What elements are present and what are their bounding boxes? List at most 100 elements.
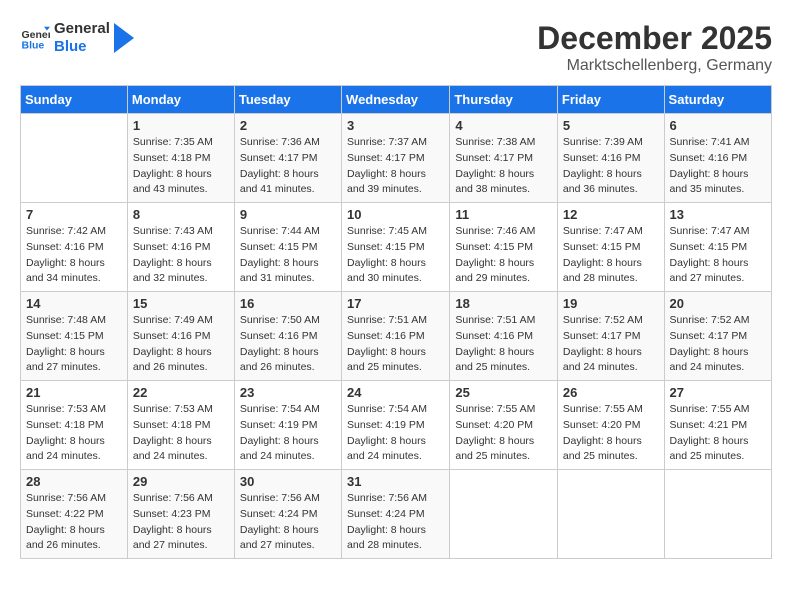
daylight-text: Daylight: 8 hours and 39 minutes.: [347, 168, 426, 196]
day-info: Sunrise: 7:42 AM Sunset: 4:16 PM Dayligh…: [26, 224, 122, 287]
sunset-text: Sunset: 4:20 PM: [563, 419, 641, 431]
day-number: 6: [670, 118, 766, 133]
logo-blue: Blue: [54, 38, 110, 56]
calendar-cell: 2 Sunrise: 7:36 AM Sunset: 4:17 PM Dayli…: [234, 114, 341, 203]
calendar-header-row: SundayMondayTuesdayWednesdayThursdayFrid…: [21, 86, 772, 114]
calendar-week-row: 14 Sunrise: 7:48 AM Sunset: 4:15 PM Dayl…: [21, 292, 772, 381]
calendar-cell: 14 Sunrise: 7:48 AM Sunset: 4:15 PM Dayl…: [21, 292, 128, 381]
sunset-text: Sunset: 4:17 PM: [240, 152, 318, 164]
col-header-friday: Friday: [557, 86, 664, 114]
day-number: 26: [563, 385, 659, 400]
sunset-text: Sunset: 4:24 PM: [347, 508, 425, 520]
daylight-text: Daylight: 8 hours and 25 minutes.: [347, 346, 426, 374]
sunset-text: Sunset: 4:20 PM: [455, 419, 533, 431]
day-info: Sunrise: 7:53 AM Sunset: 4:18 PM Dayligh…: [133, 402, 229, 465]
day-number: 21: [26, 385, 122, 400]
daylight-text: Daylight: 8 hours and 25 minutes.: [563, 435, 642, 463]
day-number: 18: [455, 296, 552, 311]
sunrise-text: Sunrise: 7:36 AM: [240, 136, 320, 148]
calendar-cell: 7 Sunrise: 7:42 AM Sunset: 4:16 PM Dayli…: [21, 203, 128, 292]
day-info: Sunrise: 7:43 AM Sunset: 4:16 PM Dayligh…: [133, 224, 229, 287]
day-info: Sunrise: 7:49 AM Sunset: 4:16 PM Dayligh…: [133, 313, 229, 376]
sunrise-text: Sunrise: 7:53 AM: [133, 403, 213, 415]
sunrise-text: Sunrise: 7:55 AM: [563, 403, 643, 415]
day-number: 15: [133, 296, 229, 311]
day-number: 23: [240, 385, 336, 400]
sunset-text: Sunset: 4:15 PM: [240, 241, 318, 253]
day-info: Sunrise: 7:52 AM Sunset: 4:17 PM Dayligh…: [563, 313, 659, 376]
calendar-cell: 21 Sunrise: 7:53 AM Sunset: 4:18 PM Dayl…: [21, 381, 128, 470]
sunrise-text: Sunrise: 7:35 AM: [133, 136, 213, 148]
day-info: Sunrise: 7:55 AM Sunset: 4:21 PM Dayligh…: [670, 402, 766, 465]
day-info: Sunrise: 7:54 AM Sunset: 4:19 PM Dayligh…: [347, 402, 444, 465]
calendar-cell: 24 Sunrise: 7:54 AM Sunset: 4:19 PM Dayl…: [342, 381, 450, 470]
day-number: 22: [133, 385, 229, 400]
month-title: December 2025: [537, 20, 772, 57]
day-info: Sunrise: 7:51 AM Sunset: 4:16 PM Dayligh…: [455, 313, 552, 376]
sunset-text: Sunset: 4:16 PM: [133, 330, 211, 342]
day-info: Sunrise: 7:36 AM Sunset: 4:17 PM Dayligh…: [240, 135, 336, 198]
daylight-text: Daylight: 8 hours and 25 minutes.: [455, 435, 534, 463]
day-info: Sunrise: 7:55 AM Sunset: 4:20 PM Dayligh…: [455, 402, 552, 465]
sunrise-text: Sunrise: 7:42 AM: [26, 225, 106, 237]
col-header-tuesday: Tuesday: [234, 86, 341, 114]
day-number: 25: [455, 385, 552, 400]
day-info: Sunrise: 7:47 AM Sunset: 4:15 PM Dayligh…: [670, 224, 766, 287]
daylight-text: Daylight: 8 hours and 24 minutes.: [563, 346, 642, 374]
day-number: 14: [26, 296, 122, 311]
day-info: Sunrise: 7:35 AM Sunset: 4:18 PM Dayligh…: [133, 135, 229, 198]
sunrise-text: Sunrise: 7:56 AM: [240, 492, 320, 504]
day-number: 19: [563, 296, 659, 311]
daylight-text: Daylight: 8 hours and 27 minutes.: [26, 346, 105, 374]
day-number: 5: [563, 118, 659, 133]
daylight-text: Daylight: 8 hours and 26 minutes.: [26, 524, 105, 552]
calendar-cell: 13 Sunrise: 7:47 AM Sunset: 4:15 PM Dayl…: [664, 203, 771, 292]
sunrise-text: Sunrise: 7:53 AM: [26, 403, 106, 415]
day-info: Sunrise: 7:50 AM Sunset: 4:16 PM Dayligh…: [240, 313, 336, 376]
day-number: 13: [670, 207, 766, 222]
calendar-cell: 4 Sunrise: 7:38 AM Sunset: 4:17 PM Dayli…: [450, 114, 558, 203]
sunrise-text: Sunrise: 7:39 AM: [563, 136, 643, 148]
calendar-cell: 28 Sunrise: 7:56 AM Sunset: 4:22 PM Dayl…: [21, 470, 128, 559]
day-info: Sunrise: 7:55 AM Sunset: 4:20 PM Dayligh…: [563, 402, 659, 465]
day-number: 11: [455, 207, 552, 222]
sunrise-text: Sunrise: 7:43 AM: [133, 225, 213, 237]
day-number: 12: [563, 207, 659, 222]
location-subtitle: Marktschellenberg, Germany: [537, 57, 772, 75]
day-number: 1: [133, 118, 229, 133]
sunset-text: Sunset: 4:15 PM: [670, 241, 748, 253]
sunset-text: Sunset: 4:17 PM: [563, 330, 641, 342]
logo: General Blue General Blue: [20, 20, 134, 56]
day-info: Sunrise: 7:45 AM Sunset: 4:15 PM Dayligh…: [347, 224, 444, 287]
sunrise-text: Sunrise: 7:56 AM: [26, 492, 106, 504]
calendar-cell: 5 Sunrise: 7:39 AM Sunset: 4:16 PM Dayli…: [557, 114, 664, 203]
calendar-cell: 11 Sunrise: 7:46 AM Sunset: 4:15 PM Dayl…: [450, 203, 558, 292]
day-number: 28: [26, 474, 122, 489]
day-info: Sunrise: 7:56 AM Sunset: 4:24 PM Dayligh…: [240, 491, 336, 554]
daylight-text: Daylight: 8 hours and 30 minutes.: [347, 257, 426, 285]
calendar-cell: 25 Sunrise: 7:55 AM Sunset: 4:20 PM Dayl…: [450, 381, 558, 470]
daylight-text: Daylight: 8 hours and 24 minutes.: [347, 435, 426, 463]
day-number: 8: [133, 207, 229, 222]
day-number: 31: [347, 474, 444, 489]
sunrise-text: Sunrise: 7:55 AM: [455, 403, 535, 415]
day-info: Sunrise: 7:48 AM Sunset: 4:15 PM Dayligh…: [26, 313, 122, 376]
sunset-text: Sunset: 4:16 PM: [240, 330, 318, 342]
sunset-text: Sunset: 4:16 PM: [133, 241, 211, 253]
sunrise-text: Sunrise: 7:56 AM: [347, 492, 427, 504]
daylight-text: Daylight: 8 hours and 35 minutes.: [670, 168, 749, 196]
sunrise-text: Sunrise: 7:50 AM: [240, 314, 320, 326]
calendar-cell: 31 Sunrise: 7:56 AM Sunset: 4:24 PM Dayl…: [342, 470, 450, 559]
daylight-text: Daylight: 8 hours and 26 minutes.: [133, 346, 212, 374]
day-info: Sunrise: 7:38 AM Sunset: 4:17 PM Dayligh…: [455, 135, 552, 198]
calendar-cell: 27 Sunrise: 7:55 AM Sunset: 4:21 PM Dayl…: [664, 381, 771, 470]
sunset-text: Sunset: 4:19 PM: [240, 419, 318, 431]
calendar-cell: [450, 470, 558, 559]
calendar-week-row: 7 Sunrise: 7:42 AM Sunset: 4:16 PM Dayli…: [21, 203, 772, 292]
day-number: 29: [133, 474, 229, 489]
col-header-thursday: Thursday: [450, 86, 558, 114]
day-number: 27: [670, 385, 766, 400]
sunrise-text: Sunrise: 7:55 AM: [670, 403, 750, 415]
svg-text:Blue: Blue: [22, 40, 45, 52]
daylight-text: Daylight: 8 hours and 24 minutes.: [670, 346, 749, 374]
